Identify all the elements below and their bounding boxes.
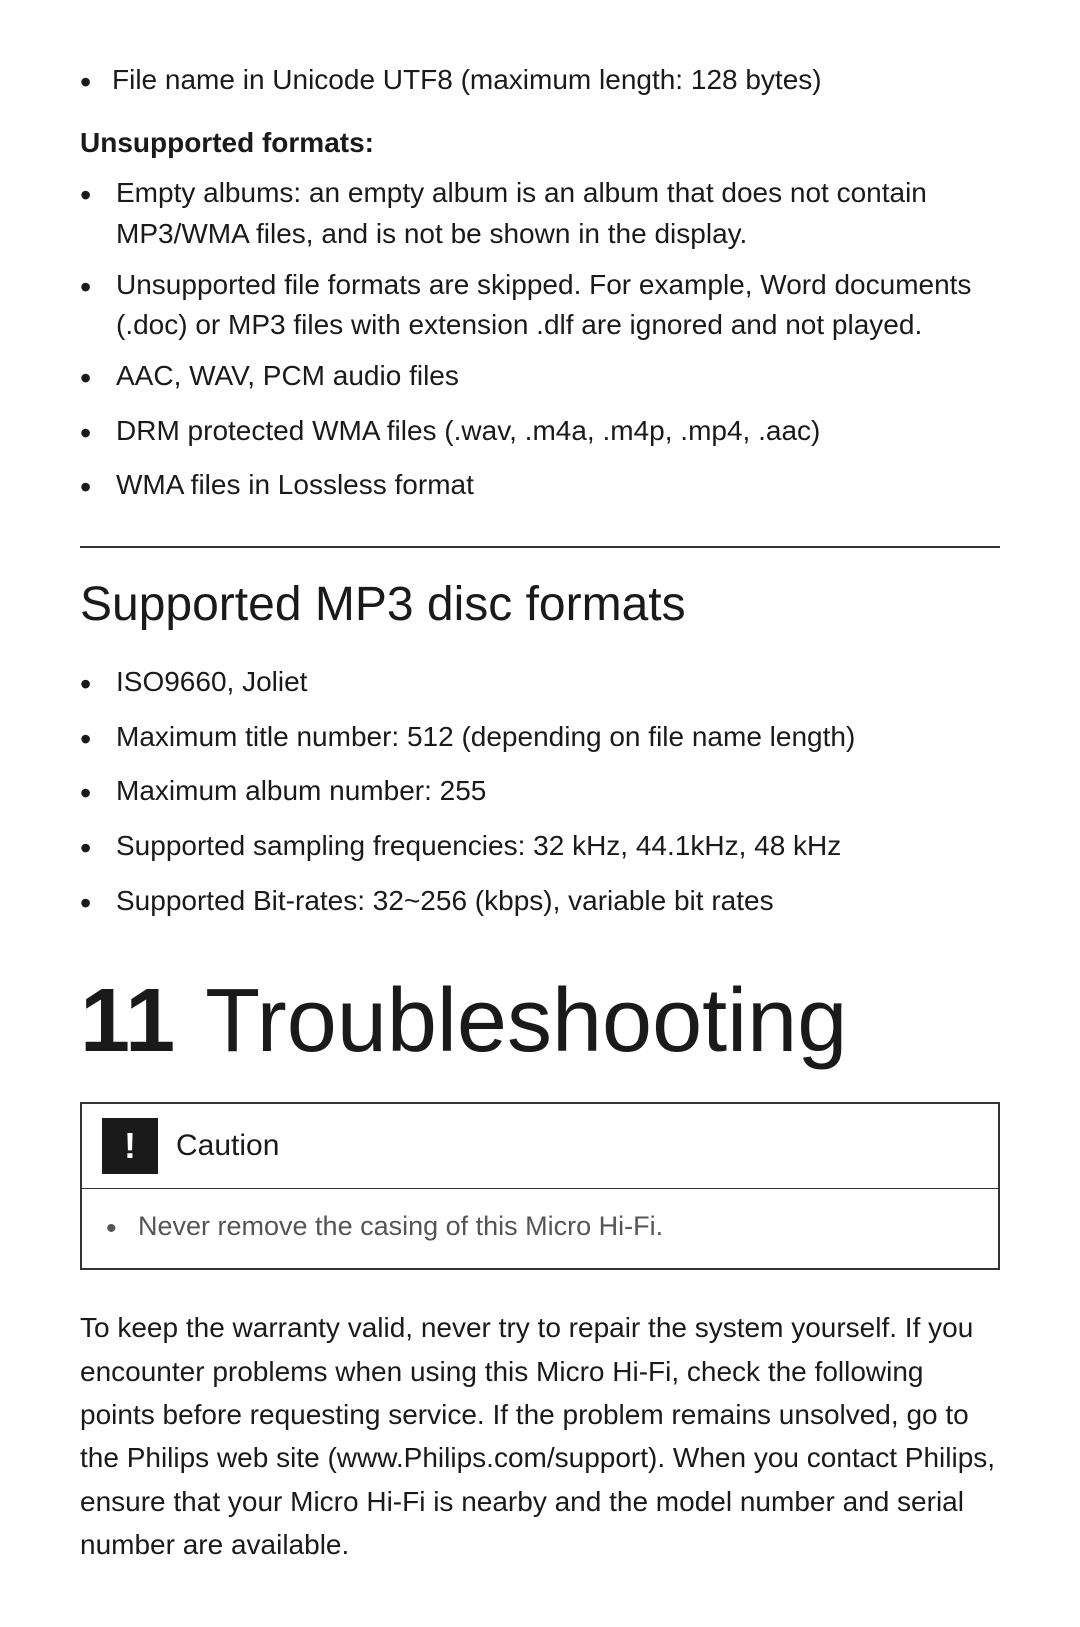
mp3-bullet-list: • ISO9660, Joliet • Maximum title number… [80,662,1000,926]
caution-list: • Never remove the casing of this Micro … [106,1207,974,1251]
mp3-section-heading: Supported MP3 disc formats [80,576,1000,634]
bullet-icon: • [80,356,116,401]
list-item: • AAC, WAV, PCM audio files [80,356,1000,401]
caution-header: ! Caution [82,1104,998,1189]
list-item-text: Maximum album number: 255 [116,771,486,812]
bullet-icon: • [80,265,116,310]
unsupported-heading: Unsupported formats: [80,123,1000,164]
bullet-icon: • [80,881,116,926]
unsupported-list: • Empty albums: an empty album is an alb… [80,173,1000,510]
list-item-text: Never remove the casing of this Micro Hi… [138,1207,663,1246]
chapter-number: 11 [80,976,175,1066]
chapter-heading: 11 Troubleshooting [80,976,1000,1066]
bullet-icon: • [80,717,116,762]
list-item: • DRM protected WMA files (.wav, .m4a, .… [80,411,1000,456]
list-item-text: Unsupported file formats are skipped. Fo… [116,265,1000,346]
list-item: • ISO9660, Joliet [80,662,1000,707]
list-item: • Supported sampling frequencies: 32 kHz… [80,826,1000,871]
list-item-text: File name in Unicode UTF8 (maximum lengt… [112,60,822,101]
bullet-icon: • [80,662,116,707]
list-item: • Unsupported file formats are skipped. … [80,265,1000,346]
list-item-text: DRM protected WMA files (.wav, .m4a, .m4… [116,411,820,452]
list-item-text: Supported sampling frequencies: 32 kHz, … [116,826,841,867]
list-item: • Supported Bit-rates: 32~256 (kbps), va… [80,881,1000,926]
chapter-title: Troubleshooting [205,976,847,1066]
list-item-text: ISO9660, Joliet [116,662,307,703]
list-item-text: Empty albums: an empty album is an album… [116,173,1000,254]
list-item: • Never remove the casing of this Micro … [106,1207,974,1251]
list-item: • Empty albums: an empty album is an alb… [80,173,1000,254]
top-bullet-list: • File name in Unicode UTF8 (maximum len… [80,60,1000,105]
list-item-text: AAC, WAV, PCM audio files [116,356,459,397]
list-item: • WMA files in Lossless format [80,465,1000,510]
list-item: • Maximum title number: 512 (depending o… [80,717,1000,762]
bullet-icon: • [106,1207,138,1251]
list-item: • Maximum album number: 255 [80,771,1000,816]
list-item: • File name in Unicode UTF8 (maximum len… [80,60,1000,105]
list-item-text: Maximum title number: 512 (depending on … [116,717,855,758]
bullet-icon: • [80,60,112,105]
list-item-text: Supported Bit-rates: 32~256 (kbps), vari… [116,881,774,922]
warranty-paragraph: To keep the warranty valid, never try to… [80,1306,1000,1566]
exclamation-icon: ! [124,1128,136,1164]
caution-box: ! Caution • Never remove the casing of t… [80,1102,1000,1271]
caution-body: • Never remove the casing of this Micro … [82,1189,998,1269]
caution-icon: ! [102,1118,158,1174]
bullet-icon: • [80,173,116,218]
section-divider [80,546,1000,548]
bullet-icon: • [80,411,116,456]
bullet-icon: • [80,465,116,510]
caution-label: Caution [176,1124,279,1168]
bullet-icon: • [80,826,116,871]
list-item-text: WMA files in Lossless format [116,465,474,506]
bullet-icon: • [80,771,116,816]
